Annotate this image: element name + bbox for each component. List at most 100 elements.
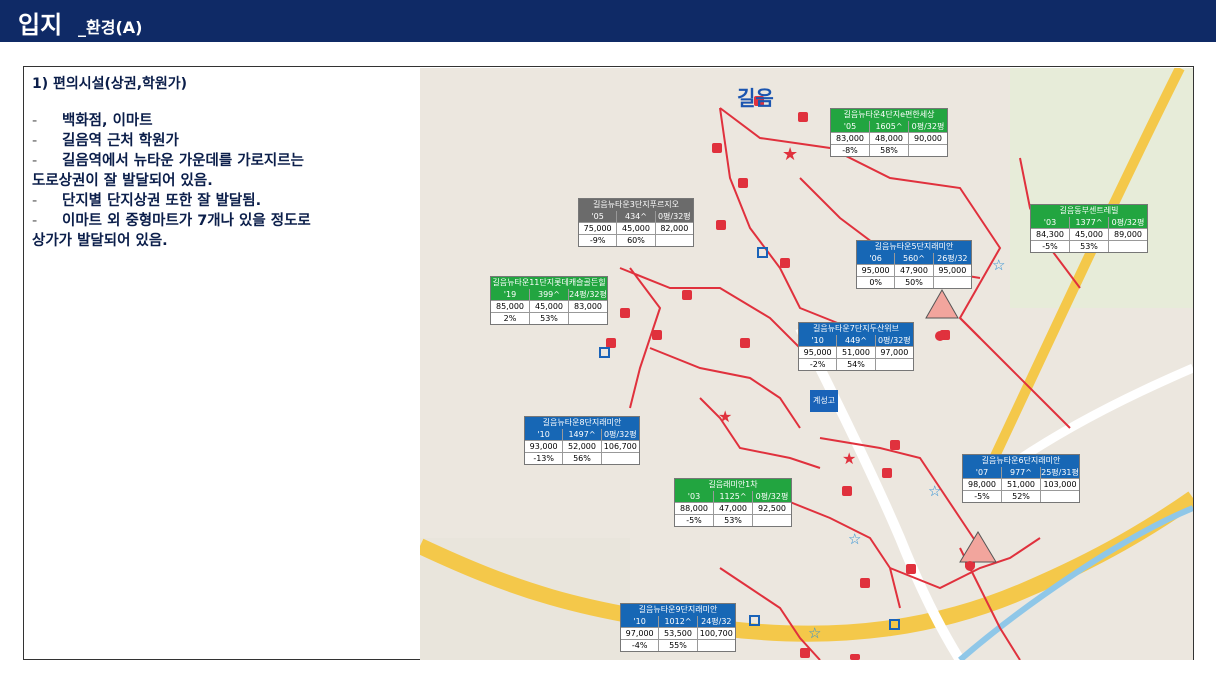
infobox-meta-row: '05 434^ 0평/32평: [579, 211, 693, 222]
infobox-title: 길음뉴타운11단지롯데캐슬골든힐: [491, 277, 607, 289]
map-view[interactable]: ★ ★ ★ ☆ ☆ ☆ ☆ 길음 계성고 길음뉴타운4단지e편한세상 '05 160…: [420, 68, 1193, 660]
infobox-ratio: 60%: [617, 235, 656, 246]
infobox-size: 25평/31평: [1041, 468, 1079, 477]
bullet-line: - 길음역에서 뉴타운 가운데를 가로지르는: [32, 151, 412, 171]
infobox-price: 75,000: [579, 223, 618, 234]
infobox-meta-row: '06 560^ 26평/32평: [857, 253, 971, 274]
infobox-blank: [934, 277, 971, 288]
apartment-infobox[interactable]: 길음뉴타운5단지래미안 '06 560^ 26평/32평 95,000 47,900 95,…: [856, 240, 972, 289]
svg-text:★: ★: [782, 144, 798, 165]
bullet-text: 도로상권이 잘 발달되어 있음.: [32, 173, 213, 189]
bullet-dash: -: [32, 193, 38, 209]
apartment-infobox[interactable]: 길음뉴타운6단지래미안 '07 977^ 25평/31평 98,000 51,000 103…: [962, 454, 1080, 503]
infobox-size: 24평/32평: [569, 290, 607, 299]
infobox-price: 47,000: [714, 503, 753, 514]
infobox-meta-row: '05 1605^ 0평/32평: [831, 121, 947, 132]
apartment-infobox[interactable]: 길음뉴타운9단지래미안 '10 1012^ 24평/32평 97,000 53,500 10…: [620, 603, 736, 652]
infobox-blank: [569, 313, 607, 324]
infobox-price-row: 75,000 45,000 82,000: [579, 222, 693, 234]
infobox-units: 977^: [1002, 467, 1041, 478]
infobox-price-row: 85,000 45,000 83,000: [491, 300, 607, 312]
apartment-infobox[interactable]: 길음뉴타운7단지두산위브 '10 449^ 0평/32평 95,000 51,000 97,…: [798, 322, 914, 371]
infobox-ratio: -5%: [963, 491, 1002, 502]
infobox-size: 24평/32평: [701, 617, 732, 637]
infobox-price: 89,000: [1114, 230, 1142, 239]
infobox-ratio: -5%: [675, 515, 714, 526]
infobox-price: 90,000: [914, 134, 942, 143]
infobox-price-row: 95,000 47,900 95,000: [857, 264, 971, 276]
infobox-blank: [909, 145, 947, 156]
bullet-dash: -: [32, 133, 38, 149]
infobox-units: 1605^: [870, 121, 909, 132]
bullet-text: 이마트 외 중형마트가 7개나 있을 정도로: [62, 213, 311, 229]
infobox-ratio: 52%: [1002, 491, 1041, 502]
infobox-ratio: 54%: [837, 359, 876, 370]
infobox-title: 길음동부센트레빌: [1031, 205, 1147, 217]
infobox-price: 103,000: [1043, 480, 1077, 489]
infobox-price: 45,000: [617, 223, 656, 234]
apartment-infobox[interactable]: 길음뉴타운8단지래미안 '10 1497^ 0평/32평 93,000 52,000 106…: [524, 416, 640, 465]
infobox-price: 98,000: [963, 479, 1002, 490]
infobox-price: 84,300: [1031, 229, 1070, 240]
infobox-title: 길음뉴타운9단지래미안: [621, 604, 735, 616]
school-label: 계성고: [810, 390, 838, 412]
page-title: 입지: [18, 11, 63, 39]
infobox-price: 97,000: [880, 348, 909, 357]
infobox-ratio-row: 2% 53%: [491, 312, 607, 324]
infobox-year: '10: [621, 616, 660, 627]
svg-text:☆: ☆: [992, 256, 1005, 274]
infobox-meta-row: '10 1012^ 24평/32평: [621, 616, 735, 637]
infobox-ratio-row: -8% 58%: [831, 144, 947, 156]
apartment-infobox[interactable]: 길음뉴타운4단지e편한세상 '05 1605^ 0평/32평 83,000 48,000 9…: [830, 108, 948, 157]
infobox-meta-row: '03 1377^ 0평/32평: [1031, 217, 1147, 228]
infobox-year: '10: [799, 335, 838, 346]
svg-text:☆: ☆: [808, 624, 821, 642]
map-area-label: 길음: [737, 86, 774, 110]
infobox-price: 106,700: [603, 442, 637, 451]
apartment-infobox[interactable]: 길음동부센트레빌 '03 1377^ 0평/32평 84,300 45,000 89,000…: [1030, 204, 1148, 253]
infobox-price-row: 93,000 52,000 106,700: [525, 440, 639, 452]
infobox-meta-row: '10 1497^ 0평/32평: [525, 429, 639, 440]
infobox-year: '10: [525, 429, 564, 440]
infobox-ratio: -13%: [525, 453, 564, 464]
infobox-size: 0평/32평: [603, 430, 637, 439]
infobox-ratio: -9%: [579, 235, 618, 246]
infobox-ratio: 2%: [491, 313, 530, 324]
bullet-text: 길음역에서 뉴타운 가운데를 가로지르는: [62, 153, 304, 169]
infobox-price: 45,000: [530, 301, 569, 312]
title-bar: 입지 _환경(A): [0, 0, 1216, 42]
infobox-price: 82,000: [660, 224, 689, 233]
svg-text:★: ★: [842, 449, 856, 468]
infobox-ratio-row: -2% 54%: [799, 358, 913, 370]
infobox-year: '03: [1031, 217, 1070, 228]
infobox-ratio: -4%: [621, 640, 660, 651]
infobox-price: 45,000: [1070, 229, 1109, 240]
infobox-price: 95,000: [799, 347, 838, 358]
infobox-title: 길음뉴타운5단지래미안: [857, 241, 971, 253]
page-subtitle: _환경(A): [78, 18, 143, 37]
svg-text:☆: ☆: [928, 482, 941, 500]
infobox-year: '05: [831, 121, 870, 132]
infobox-units: 399^: [530, 289, 569, 300]
bullet-line: - 길음역 근처 학원가: [32, 131, 412, 151]
infobox-price-row: 84,300 45,000 89,000: [1031, 228, 1147, 240]
bullet-dash: -: [32, 113, 38, 129]
infobox-units: 1125^: [714, 491, 753, 502]
apartment-infobox[interactable]: 길음뉴타운11단지롯데캐슬골든힐 '19 399^ 24평/32평 85,000 45,0…: [490, 276, 608, 325]
bullet-dash: -: [32, 213, 38, 229]
infobox-units: 1012^: [659, 616, 698, 627]
infobox-blank: [876, 359, 913, 370]
infobox-size: 0평/32평: [755, 492, 789, 501]
infobox-price: 47,900: [895, 265, 934, 276]
infobox-size: 26평/32평: [937, 254, 968, 274]
infobox-year: '06: [857, 253, 896, 264]
infobox-ratio: -5%: [1031, 241, 1070, 252]
text-panel: 1) 편의시설(상권,학원가) - 백화점, 이마트 - 길음역 근처 학원가 - 길음역…: [32, 73, 412, 251]
infobox-units: 434^: [617, 211, 656, 222]
infobox-meta-row: '07 977^ 25평/31평: [963, 467, 1079, 478]
apartment-infobox[interactable]: 길음뉴타운3단지푸르지오 '05 434^ 0평/32평 75,000 45,000 82,…: [578, 198, 694, 247]
infobox-price-row: 95,000 51,000 97,000: [799, 346, 913, 358]
infobox-price: 95,000: [857, 265, 896, 276]
apartment-infobox[interactable]: 길음래미안1차 '03 1125^ 0평/32평 88,000 47,000 92,500-…: [674, 478, 792, 527]
bullet-line: - 이마트 외 중형마트가 7개나 있을 정도로: [32, 211, 412, 231]
